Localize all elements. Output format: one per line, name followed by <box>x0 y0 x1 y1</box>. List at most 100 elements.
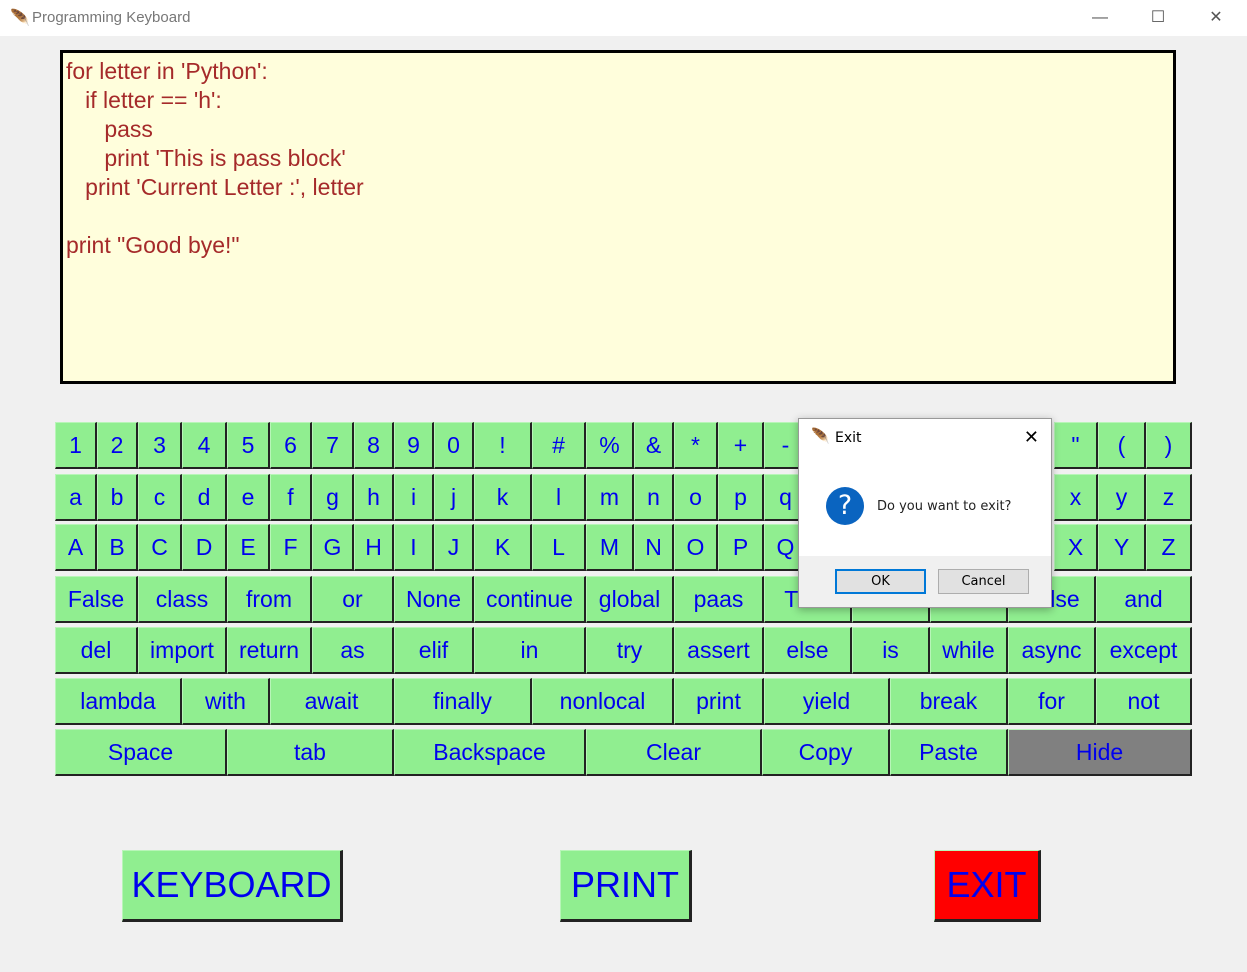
key-print[interactable]: print <box>674 678 764 725</box>
keyboard-button[interactable]: KEYBOARD <box>122 850 343 922</box>
key-d[interactable]: D <box>182 524 227 571</box>
key-try[interactable]: try <box>586 627 674 674</box>
key-a[interactable]: a <box>55 474 97 521</box>
key-m[interactable]: m <box>586 474 634 521</box>
key-continue[interactable]: continue <box>474 576 586 623</box>
key-o[interactable]: o <box>674 474 718 521</box>
key-0[interactable]: 0 <box>434 422 474 469</box>
key-assert[interactable]: assert <box>674 627 764 674</box>
key-sym12[interactable]: % <box>586 422 634 469</box>
key-sym11[interactable]: # <box>532 422 586 469</box>
key-in[interactable]: in <box>474 627 586 674</box>
key-import[interactable]: import <box>138 627 227 674</box>
key-2[interactable]: 2 <box>97 422 138 469</box>
key-is[interactable]: is <box>852 627 930 674</box>
key-return[interactable]: return <box>227 627 312 674</box>
key-except[interactable]: except <box>1096 627 1192 674</box>
key-c[interactable]: c <box>138 474 182 521</box>
key-3[interactable]: 3 <box>138 422 182 469</box>
key-space[interactable]: Space <box>55 729 227 776</box>
key-4[interactable]: 4 <box>182 422 227 469</box>
key-b[interactable]: B <box>97 524 138 571</box>
key-or[interactable]: or <box>312 576 394 623</box>
key-del[interactable]: del <box>55 627 138 674</box>
exit-button[interactable]: EXIT <box>934 850 1041 922</box>
key-1[interactable]: 1 <box>55 422 97 469</box>
key-clear[interactable]: Clear <box>586 729 762 776</box>
cancel-button[interactable]: Cancel <box>938 569 1029 594</box>
key-with[interactable]: with <box>182 678 270 725</box>
key-finally[interactable]: finally <box>394 678 532 725</box>
key-g[interactable]: g <box>312 474 354 521</box>
key-paste[interactable]: Paste <box>890 729 1008 776</box>
key-p[interactable]: p <box>718 474 764 521</box>
key-break[interactable]: break <box>890 678 1008 725</box>
key-copy[interactable]: Copy <box>762 729 890 776</box>
key-i[interactable]: I <box>394 524 434 571</box>
key-f[interactable]: F <box>270 524 312 571</box>
key-n[interactable]: N <box>634 524 674 571</box>
key-else[interactable]: else <box>764 627 852 674</box>
key-f[interactable]: f <box>270 474 312 521</box>
key-e[interactable]: E <box>227 524 270 571</box>
key-sym15[interactable]: + <box>718 422 764 469</box>
key-k[interactable]: K <box>474 524 532 571</box>
key-sym14[interactable]: * <box>674 422 718 469</box>
key-false[interactable]: False <box>55 576 138 623</box>
key-9[interactable]: 9 <box>394 422 434 469</box>
key-await[interactable]: await <box>270 678 394 725</box>
key-sym13[interactable]: & <box>634 422 674 469</box>
key-e[interactable]: e <box>227 474 270 521</box>
key-nonlocal[interactable]: nonlocal <box>532 678 674 725</box>
key-backspace[interactable]: Backspace <box>394 729 586 776</box>
key-h[interactable]: H <box>354 524 394 571</box>
key-none[interactable]: None <box>394 576 474 623</box>
key-not[interactable]: not <box>1096 678 1192 725</box>
key-yield[interactable]: yield <box>764 678 890 725</box>
key-g[interactable]: G <box>312 524 354 571</box>
key-z[interactable]: z <box>1146 474 1192 521</box>
key-z[interactable]: Z <box>1146 524 1192 571</box>
key-x[interactable]: x <box>1054 474 1098 521</box>
maximize-button[interactable]: ☐ <box>1135 4 1181 32</box>
ok-button[interactable]: OK <box>835 569 926 594</box>
key-c[interactable]: C <box>138 524 182 571</box>
key-a[interactable]: A <box>55 524 97 571</box>
key-7[interactable]: 7 <box>312 422 354 469</box>
key-x[interactable]: X <box>1054 524 1098 571</box>
key-d[interactable]: d <box>182 474 227 521</box>
key-and[interactable]: and <box>1096 576 1192 623</box>
key-async[interactable]: async <box>1008 627 1096 674</box>
key-for[interactable]: for <box>1008 678 1096 725</box>
key-sym19[interactable]: ) <box>1146 422 1192 469</box>
key-paas[interactable]: paas <box>674 576 764 623</box>
key-lambda[interactable]: lambda <box>55 678 182 725</box>
key-global[interactable]: global <box>586 576 674 623</box>
key-h[interactable]: h <box>354 474 394 521</box>
minimize-button[interactable]: — <box>1077 4 1123 32</box>
dialog-close-button[interactable]: ✕ <box>1024 427 1039 448</box>
key-as[interactable]: as <box>312 627 394 674</box>
key-j[interactable]: J <box>434 524 474 571</box>
key-class[interactable]: class <box>138 576 227 623</box>
key-m[interactable]: M <box>586 524 634 571</box>
close-button[interactable]: ✕ <box>1193 4 1239 32</box>
key-while[interactable]: while <box>930 627 1008 674</box>
key-y[interactable]: Y <box>1098 524 1146 571</box>
key-y[interactable]: y <box>1098 474 1146 521</box>
code-editor[interactable]: for letter in 'Python': if letter == 'h'… <box>60 50 1176 384</box>
key-k[interactable]: k <box>474 474 532 521</box>
key-j[interactable]: j <box>434 474 474 521</box>
key-6[interactable]: 6 <box>270 422 312 469</box>
print-button[interactable]: PRINT <box>560 850 692 922</box>
key-p[interactable]: P <box>718 524 764 571</box>
key-sym18[interactable]: ( <box>1098 422 1146 469</box>
key-b[interactable]: b <box>97 474 138 521</box>
key-8[interactable]: 8 <box>354 422 394 469</box>
key-from[interactable]: from <box>227 576 312 623</box>
key-i[interactable]: i <box>394 474 434 521</box>
key-hide[interactable]: Hide <box>1008 729 1192 776</box>
key-elif[interactable]: elif <box>394 627 474 674</box>
key-o[interactable]: O <box>674 524 718 571</box>
key-l[interactable]: L <box>532 524 586 571</box>
